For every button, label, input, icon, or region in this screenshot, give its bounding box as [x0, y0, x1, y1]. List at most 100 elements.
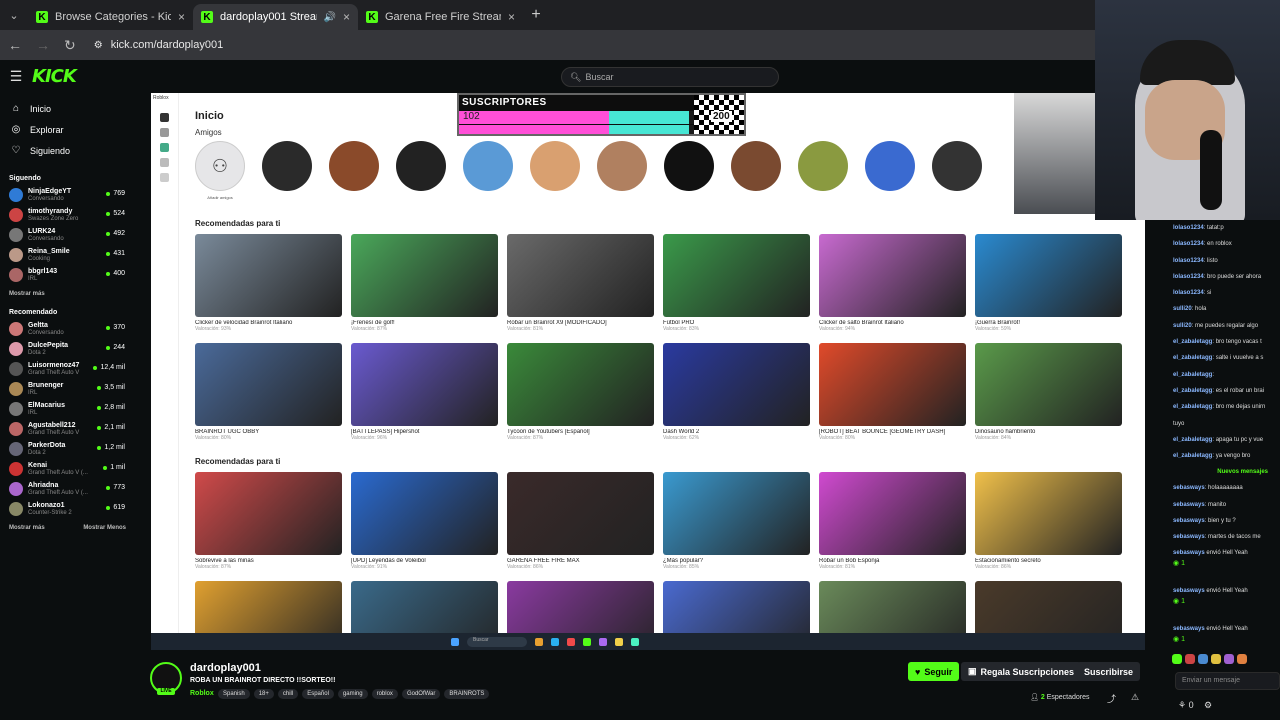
chat-username[interactable]: el_zabaletagg	[1173, 355, 1212, 361]
friend-item[interactable]	[530, 141, 580, 200]
friend-item[interactable]	[865, 141, 915, 200]
tab-browse-categories[interactable]: K Browse Categories - Kick Stream ×	[28, 4, 193, 30]
stream-tag[interactable]: roblox	[371, 689, 398, 699]
friend-item[interactable]	[932, 141, 982, 200]
friend-item[interactable]	[731, 141, 781, 200]
sidebar-channel[interactable]: ElMacarius IRL 2,8 mil	[0, 399, 135, 419]
speaker-icon[interactable]: 🔊	[324, 12, 336, 23]
chat-username[interactable]: sebasways	[1173, 550, 1205, 556]
chat-username[interactable]: lolaso1234	[1173, 258, 1204, 264]
tab-garena-free-fire[interactable]: K Garena Free Fire Streaming - Li ×	[358, 4, 523, 30]
chat-username[interactable]: el_zabaletagg	[1173, 453, 1212, 459]
stream-tag[interactable]: GodOfWar	[401, 689, 441, 699]
gift-subs-button[interactable]: ▣ Regala Suscripciones	[961, 662, 1082, 681]
chat-username[interactable]: el_zabaletagg	[1173, 437, 1212, 443]
stream-category[interactable]: Roblox	[190, 690, 214, 697]
sidebar-channel[interactable]: Reina_Smile Cooking 431	[0, 245, 135, 265]
chat-username[interactable]: sulli20	[1173, 306, 1192, 312]
emote-icon[interactable]	[1185, 654, 1195, 664]
chat-username[interactable]: sebasways	[1173, 518, 1205, 524]
emote-icon[interactable]	[1172, 654, 1182, 664]
sidebar-channel[interactable]: Kenai Grand Theft Auto V (... 1 mil	[0, 459, 135, 479]
game-card[interactable]: Fútbol PRO Valoración: 83%	[663, 234, 810, 332]
site-info-icon[interactable]: ⚙	[94, 40, 103, 51]
chat-username[interactable]: sebasways	[1173, 534, 1205, 540]
chat-username[interactable]: lolaso1234	[1173, 274, 1204, 280]
tab-dardoplay001-stream[interactable]: K dardoplay001 Stream - Wa 🔊 ×	[193, 4, 358, 30]
url-field[interactable]: ⚙ kick.com/dardoplay001	[94, 39, 223, 51]
back-icon[interactable]: ←	[8, 37, 22, 53]
sidebar-channel[interactable]: ParkerDota Dota 2 1,2 mil	[0, 439, 135, 459]
game-card[interactable]: [ROBOT] BEAT BOUNCE [GEOMETRY DASH] Valor…	[819, 343, 966, 441]
kick-logo[interactable]: KICK	[32, 66, 77, 87]
subscribe-button[interactable]: Suscribirse	[1077, 662, 1141, 681]
game-card[interactable]: ¡Guerra Brainrot! Valoración: 59%	[975, 234, 1122, 332]
close-tab-icon[interactable]: ×	[508, 10, 515, 24]
game-card[interactable]: Sobrevive a las minas Valoración: 87%	[195, 472, 342, 570]
friend-item[interactable]	[798, 141, 848, 200]
game-card[interactable]: Estacionamiento secreto Valoración: 86%	[975, 472, 1122, 570]
emote-icon[interactable]	[1237, 654, 1247, 664]
chat-username[interactable]: sebasways	[1173, 588, 1205, 594]
chat-username[interactable]: lolaso1234	[1173, 225, 1204, 231]
friend-item[interactable]	[463, 141, 513, 200]
game-card[interactable]: Dinosaurio hambriento Valoración: 84%	[975, 343, 1122, 441]
game-card[interactable]: Dash World 2 Valoración: 62%	[663, 343, 810, 441]
share-icon[interactable]: ⤴	[1107, 692, 1116, 705]
points-icon[interactable]: ⚘ 0	[1178, 700, 1194, 711]
sidebar-channel[interactable]: bbgrl143 IRL 400	[0, 265, 135, 285]
stream-tag[interactable]: gaming	[337, 689, 368, 699]
sidebar-channel[interactable]: Luisormenoz47 Grand Theft Auto V 12,4 mil	[0, 359, 135, 379]
stream-tag[interactable]: BRAINROTS	[444, 689, 490, 699]
sidebar-channel[interactable]: Ahriadna Grand Theft Auto V (... 773	[0, 479, 135, 499]
game-card[interactable]: BRAINROT UGC OBBY Valoración: 80%	[195, 343, 342, 441]
report-icon[interactable]: ⚠	[1131, 692, 1139, 703]
game-card[interactable]: Tycoon de Youtubers [Español] Valoración:…	[507, 343, 654, 441]
game-card[interactable]: Robar un Brainrot X9 [MODIFICADO] Valorac…	[507, 234, 654, 332]
friend-item[interactable]	[664, 141, 714, 200]
chat-input[interactable]: Enviar un mensaje	[1175, 672, 1280, 690]
show-less-link[interactable]: Mostrar Menos	[83, 525, 126, 531]
stream-tag[interactable]: 18+	[253, 689, 274, 699]
chat-username[interactable]: el_zabaletagg	[1173, 372, 1212, 378]
sidebar-channel[interactable]: Brunenger IRL 3,5 mil	[0, 379, 135, 399]
reload-icon[interactable]: ↻	[64, 37, 76, 54]
sidebar-item-siguiendo[interactable]: ♡ Siguiendo	[0, 140, 135, 161]
stream-tag[interactable]: chill	[277, 689, 299, 699]
search-input[interactable]: 🔍︎ Buscar	[561, 67, 779, 87]
friend-item[interactable]: ⚇ Añadir amigos	[195, 141, 245, 200]
emote-icon[interactable]	[1211, 654, 1221, 664]
sidebar-channel[interactable]: NinjaEdgeYT Conversando 769	[0, 185, 135, 205]
tab-search-icon[interactable]: ⌄	[0, 0, 28, 30]
emote-icon[interactable]	[1224, 654, 1234, 664]
sidebar-channel[interactable]: Lokonazo1 Counter-Strike 2 619	[0, 499, 135, 519]
chat-username[interactable]: sulli20	[1173, 323, 1192, 329]
chat-username[interactable]: lolaso1234	[1173, 290, 1204, 296]
emote-icon[interactable]	[1198, 654, 1208, 664]
stream-tag[interactable]: Español	[302, 689, 334, 699]
menu-icon[interactable]: ☰	[0, 68, 32, 85]
sidebar-channel[interactable]: Agustabell212 Grand Theft Auto V 2,1 mil	[0, 419, 135, 439]
show-more-link[interactable]: Mostrar más	[9, 525, 45, 531]
chat-username[interactable]: sebasways	[1173, 626, 1205, 632]
game-card[interactable]: ¿Más popular? Valoración: 85%	[663, 472, 810, 570]
game-card[interactable]: Robar un Bob Esponja Valoración: 81%	[819, 472, 966, 570]
friend-item[interactable]	[597, 141, 647, 200]
sidebar-item-explorar[interactable]: ◎ Explorar	[0, 119, 135, 140]
new-tab-icon[interactable]: +	[523, 6, 549, 24]
channel-name[interactable]: dardoplay001	[190, 662, 261, 674]
stream-tag[interactable]: Spanish	[218, 689, 250, 699]
chat-username[interactable]: sebasways	[1173, 485, 1205, 491]
sidebar-channel[interactable]: LURK24 Conversando 492	[0, 225, 135, 245]
game-card[interactable]: Clicker de salto Brainrot Italiano Valora…	[819, 234, 966, 332]
friend-item[interactable]	[262, 141, 312, 200]
chat-username[interactable]: el_zabaletagg	[1173, 404, 1212, 410]
game-card[interactable]: Clicker de velocidad Brainrot Italiano Va…	[195, 234, 342, 332]
sidebar-item-inicio[interactable]: ⌂ Inicio	[0, 98, 135, 119]
sidebar-channel[interactable]: DulcePepita Dota 2 244	[0, 339, 135, 359]
game-card[interactable]: GARENA FREE FIRE MAX Valoración: 86%	[507, 472, 654, 570]
sidebar-channel[interactable]: Geltta Conversando 370	[0, 319, 135, 339]
show-more-link[interactable]: Mostrar más	[9, 291, 45, 297]
chat-username[interactable]: lolaso1234	[1173, 241, 1204, 247]
forward-icon[interactable]: →	[36, 37, 50, 53]
